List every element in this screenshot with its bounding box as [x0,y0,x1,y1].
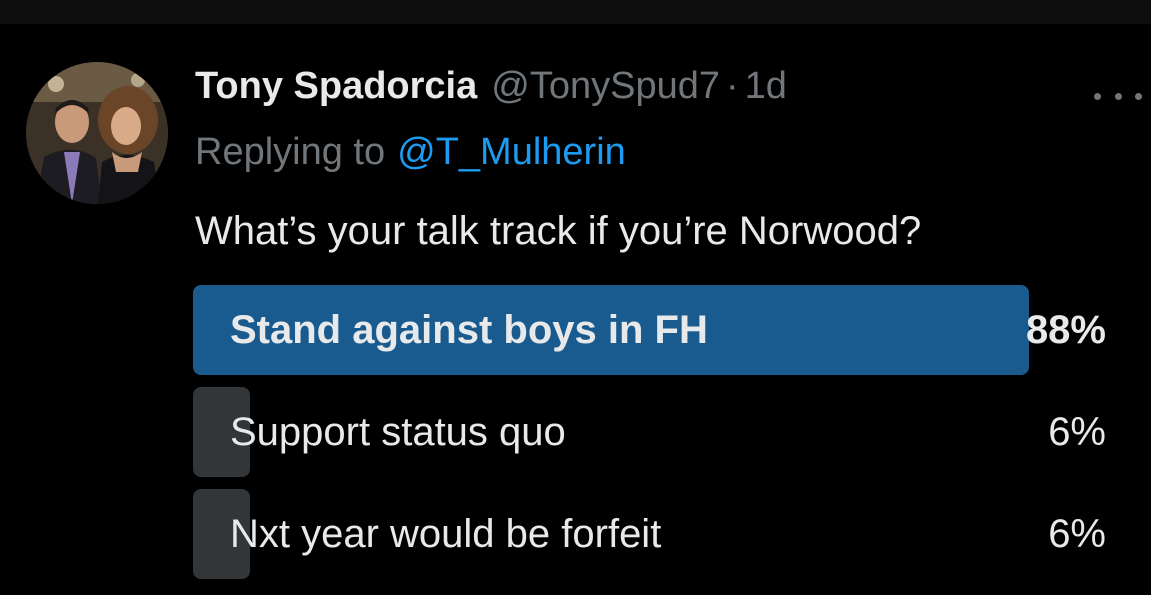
poll-option-1[interactable]: Stand against boys in FH 88% [193,285,1106,375]
poll-option-3-percent: 6% [1048,511,1106,556]
replying-to-label: Replying to [195,130,386,173]
avatar[interactable] [26,62,168,204]
poll-option-1-label: Stand against boys in FH [230,307,708,352]
tweet-header: Tony Spadorcia @TonySpud7 · 1d [195,60,787,112]
author-handle[interactable]: @TonySpud7 [491,65,720,108]
header-separator: · [725,64,739,107]
poll-option-2[interactable]: Support status quo 6% [193,387,1106,477]
more-dot-3 [1135,92,1142,100]
poll-option-3[interactable]: Nxt year would be forfeit 6% [193,489,1106,579]
poll-option-2-label: Support status quo [230,409,566,454]
timestamp[interactable]: 1d [745,65,787,108]
author-name[interactable]: Tony Spadorcia [195,65,477,108]
more-dot-1 [1094,92,1101,100]
replying-to-line: Replying to @T_Mulherin [195,126,626,178]
poll-option-3-label: Nxt year would be forfeit [230,511,662,556]
poll-option-1-percent: 88% [1025,307,1106,352]
tweet-text: What’s your talk track if you’re Norwood… [195,208,922,253]
more-options-icon[interactable] [1094,84,1142,108]
more-dot-2 [1114,92,1122,100]
replying-to-mention-link[interactable]: @T_Mulherin [397,131,626,174]
avatar-photo [26,62,168,204]
top-bar [0,0,1151,24]
poll-option-2-percent: 6% [1048,409,1106,454]
